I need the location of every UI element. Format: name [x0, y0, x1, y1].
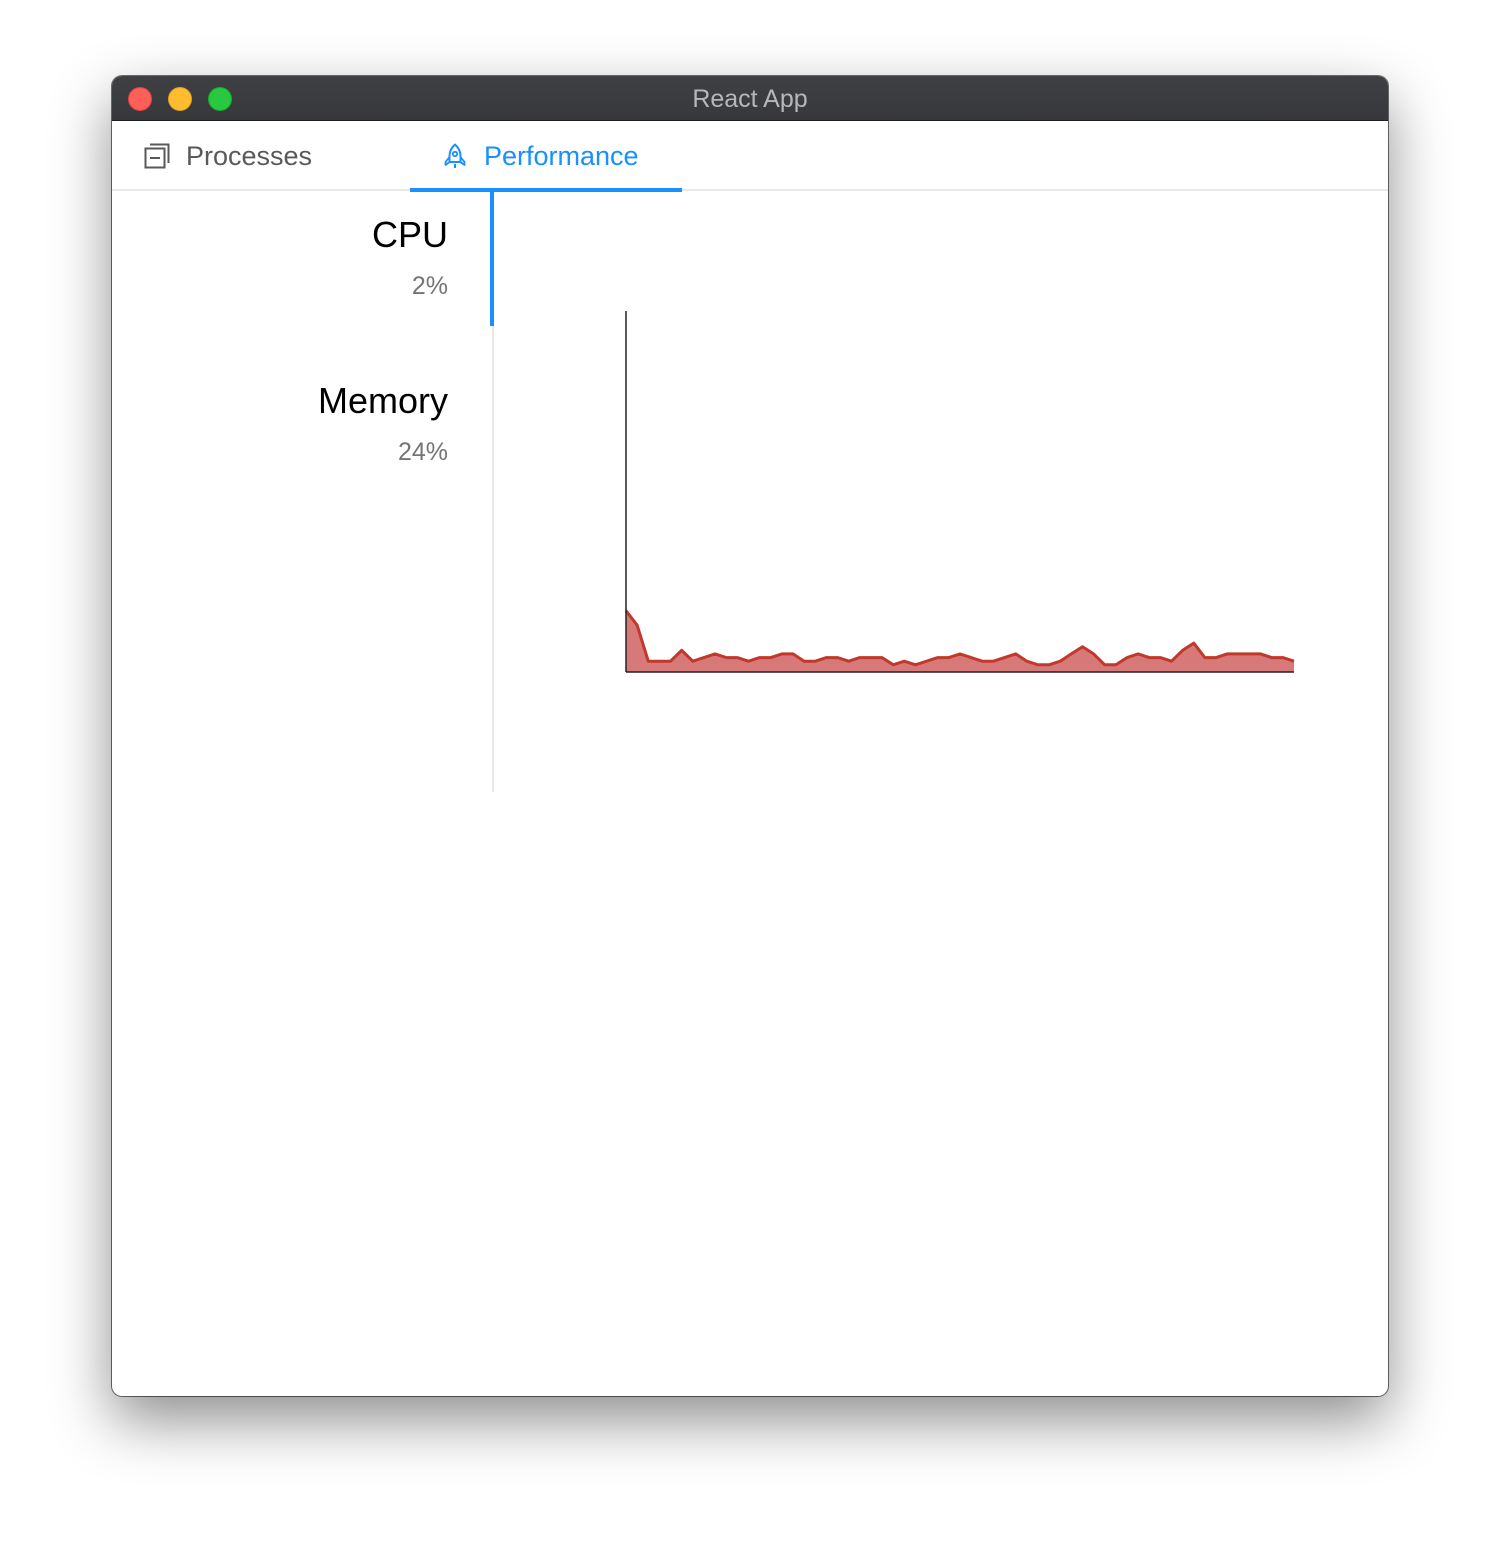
- menu-item-cpu-value: 2%: [411, 272, 448, 300]
- window-restore-icon: [144, 143, 170, 169]
- title-bar[interactable]: React App: [112, 76, 1388, 121]
- tab-performance-label: Performance: [484, 140, 639, 171]
- tab-bar: Processes Performance: [112, 121, 1388, 191]
- app-window: React App Processes Performance CPU 2% M…: [112, 76, 1388, 1396]
- side-menu: CPU 2% Memory 24%: [112, 192, 494, 792]
- window-title: React App: [692, 85, 808, 113]
- menu-item-cpu-name: CPU: [371, 214, 448, 255]
- tab-processes[interactable]: Processes: [144, 121, 312, 191]
- tab-processes-label: Processes: [186, 140, 313, 171]
- cpu-usage-chart: [624, 311, 1295, 673]
- active-menu-indicator: [490, 192, 494, 326]
- menu-item-cpu[interactable]: CPU 2%: [372, 214, 448, 301]
- menu-item-memory-value: 24%: [397, 438, 448, 466]
- rocket-icon: [442, 143, 468, 169]
- tab-performance[interactable]: Performance: [442, 121, 639, 191]
- menu-item-memory[interactable]: Memory 24%: [318, 380, 448, 467]
- cpu-area-fill: [626, 610, 1294, 672]
- menu-item-memory-name: Memory: [317, 380, 448, 421]
